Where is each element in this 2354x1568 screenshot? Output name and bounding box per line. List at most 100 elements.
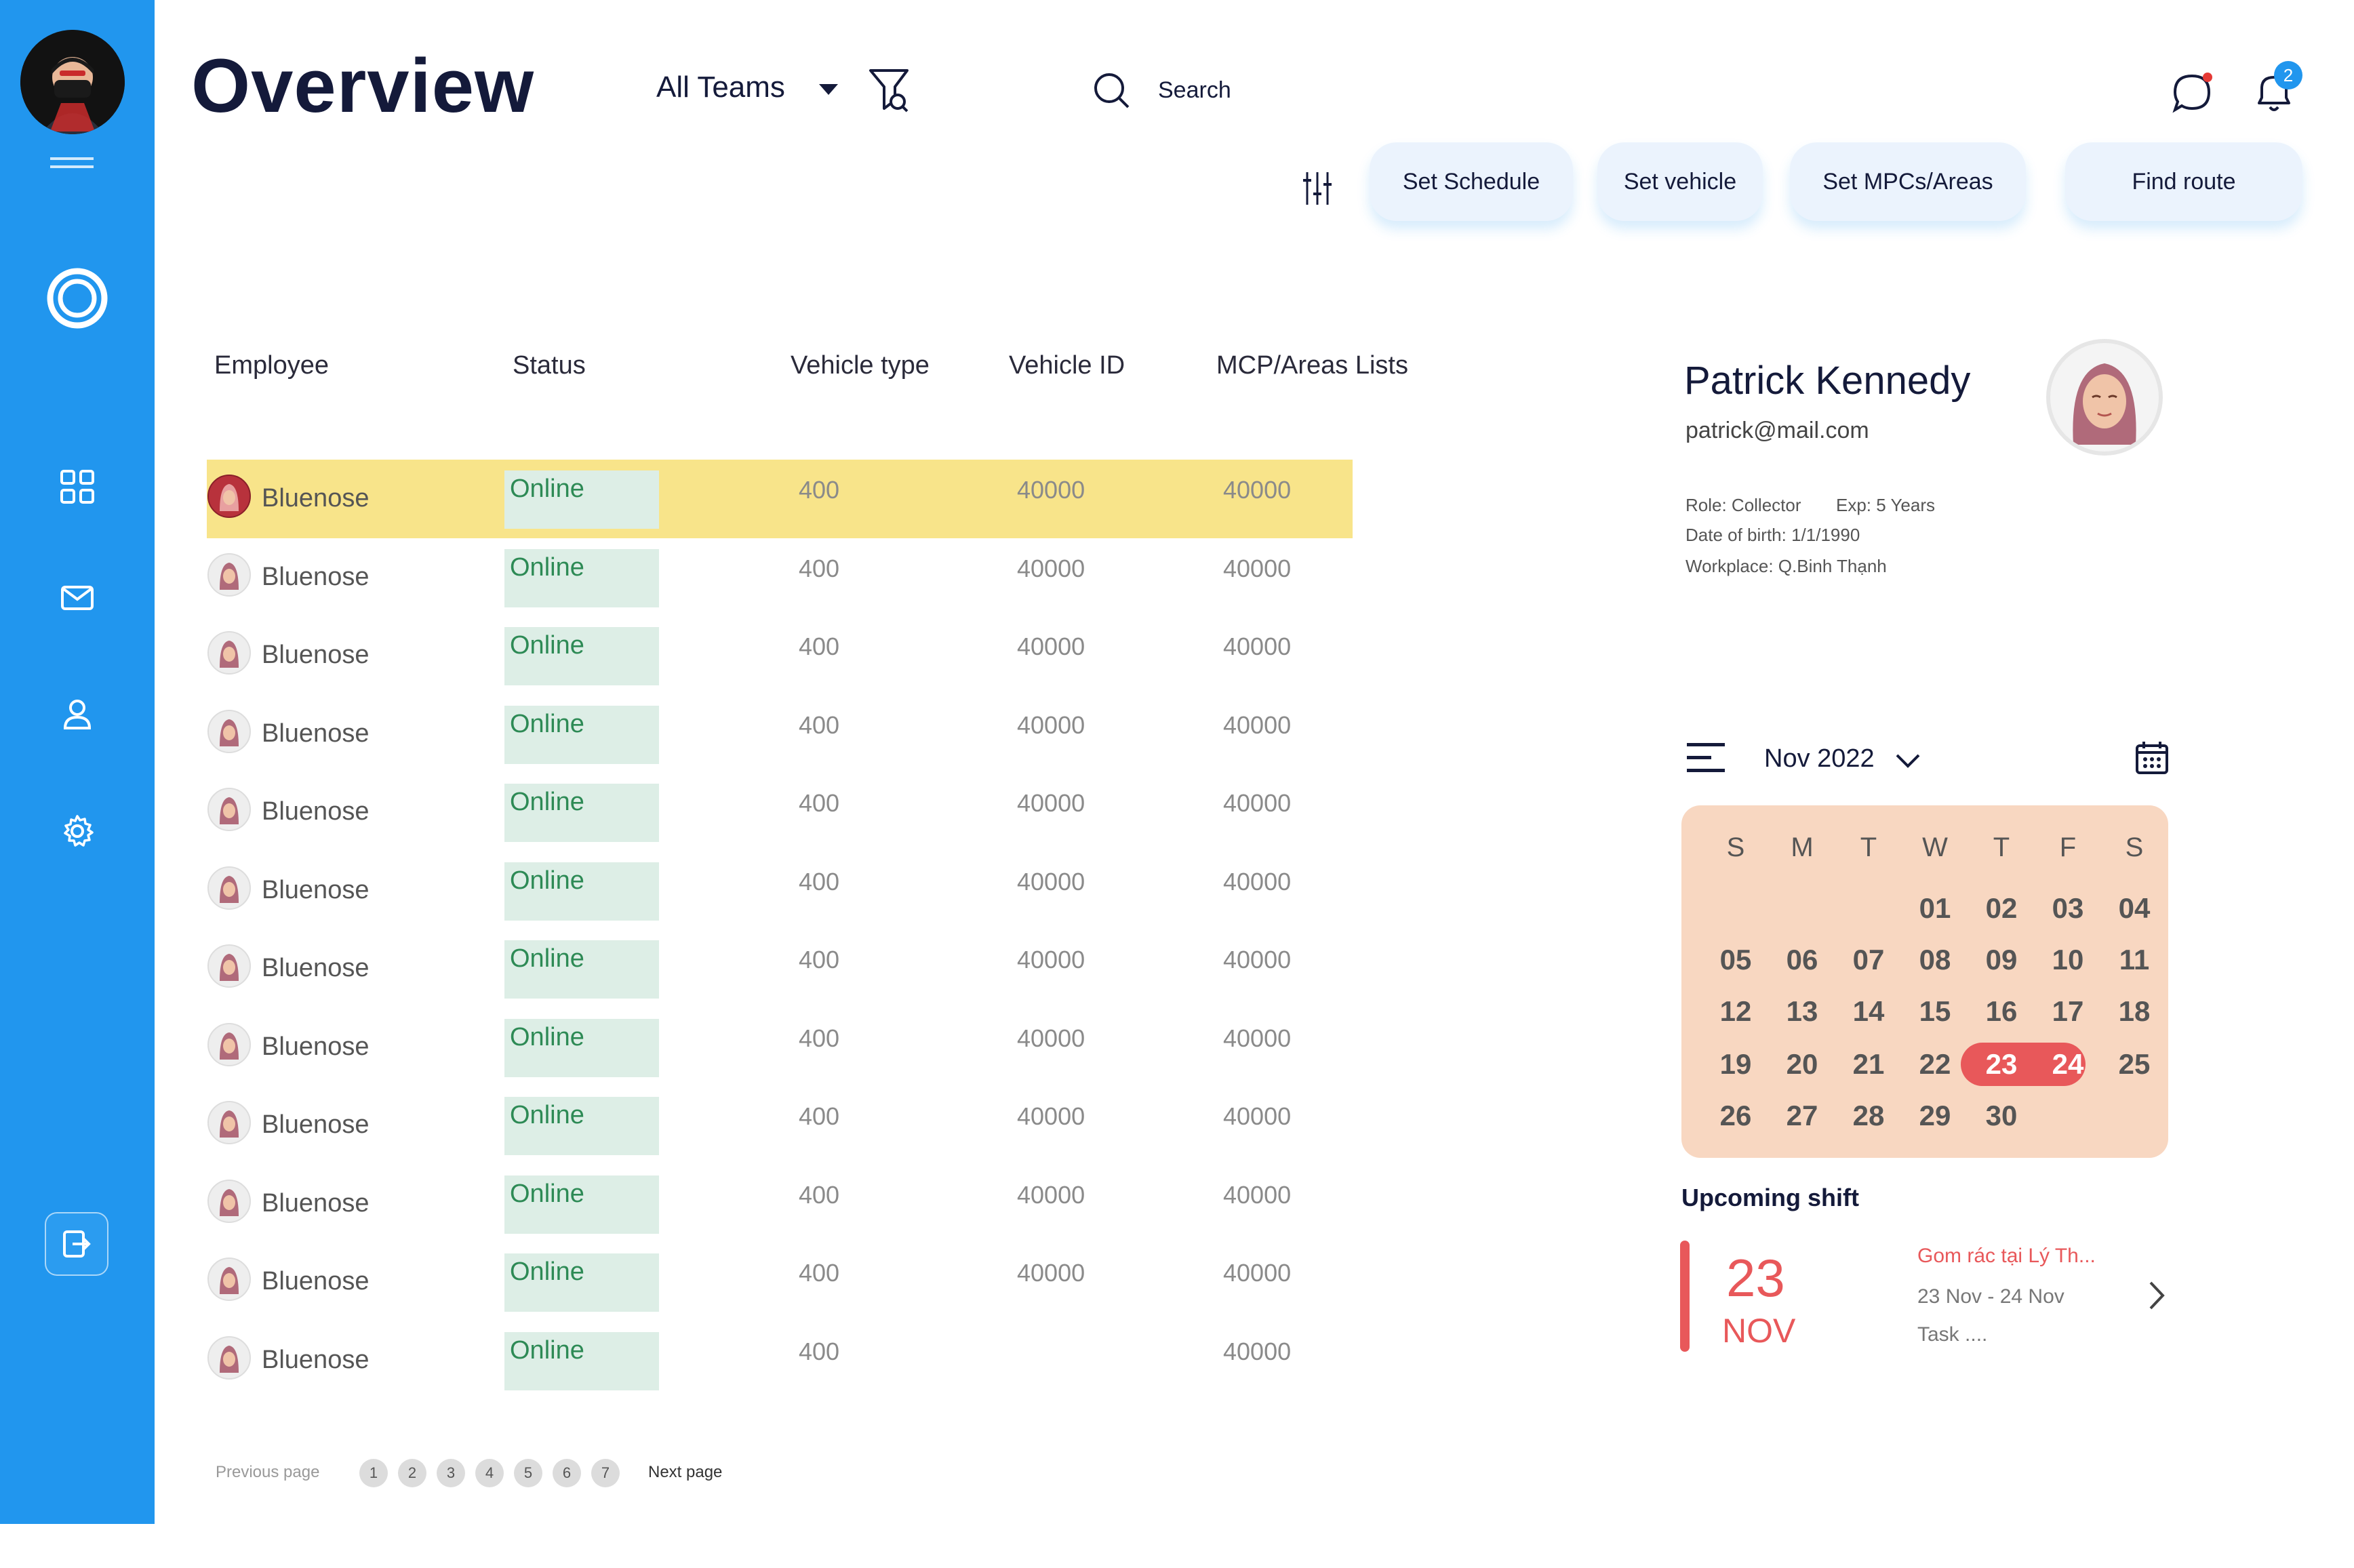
weekday-label: S bbox=[1726, 832, 1745, 862]
set-schedule-button[interactable]: Set Schedule bbox=[1370, 142, 1573, 221]
calendar-day[interactable]: 24 bbox=[2041, 1048, 2095, 1081]
weekday-label: W bbox=[1922, 832, 1948, 862]
employee-name[interactable]: Bluenose bbox=[262, 1267, 369, 1296]
calendar-day[interactable]: 14 bbox=[1841, 995, 1896, 1028]
calendar-day[interactable]: 23 bbox=[1974, 1048, 2029, 1081]
page-title: Overview bbox=[191, 43, 535, 128]
calendar-day[interactable]: 04 bbox=[2107, 892, 2161, 925]
calendar-day[interactable]: 12 bbox=[1709, 995, 1763, 1028]
find-route-button[interactable]: Find route bbox=[2065, 142, 2302, 221]
calendar-day[interactable]: 10 bbox=[2041, 944, 2095, 976]
page-number-button[interactable]: 1 bbox=[359, 1459, 388, 1487]
calendar-day[interactable]: 02 bbox=[1974, 892, 2029, 925]
calendar-day[interactable]: 26 bbox=[1709, 1100, 1763, 1132]
employee-avatar bbox=[207, 552, 251, 597]
status-text: Online bbox=[510, 1335, 584, 1365]
employee-name[interactable]: Bluenose bbox=[262, 876, 369, 905]
sidebar-item-profile[interactable] bbox=[43, 681, 111, 748]
calendar-day[interactable]: 15 bbox=[1908, 995, 1962, 1028]
employee-name[interactable]: Bluenose bbox=[262, 1189, 369, 1218]
team-select[interactable]: All Teams bbox=[656, 71, 785, 104]
calendar-day[interactable]: 08 bbox=[1908, 944, 1962, 976]
calendar-day[interactable]: 05 bbox=[1709, 944, 1763, 976]
search-input[interactable]: Search bbox=[1158, 77, 1231, 104]
calendar-day[interactable]: 22 bbox=[1908, 1048, 1962, 1081]
sidebar-item-mail[interactable] bbox=[43, 564, 111, 632]
employee-avatar bbox=[207, 1335, 251, 1380]
sidebar-item-settings[interactable] bbox=[43, 797, 111, 865]
employee-name[interactable]: Bluenose bbox=[262, 797, 369, 826]
page-number-button[interactable]: 5 bbox=[514, 1459, 542, 1487]
employee-name[interactable]: Bluenose bbox=[262, 1032, 369, 1062]
employee-name[interactable]: Bluenose bbox=[262, 954, 369, 983]
page-number-button[interactable]: 2 bbox=[398, 1459, 426, 1487]
calendar-day[interactable]: 19 bbox=[1709, 1048, 1763, 1081]
vehicle-id-cell: 40000 bbox=[1017, 867, 1085, 896]
column-header-status[interactable]: Status bbox=[513, 351, 586, 380]
employee-name[interactable]: Bluenose bbox=[262, 719, 369, 748]
calendar-day[interactable]: 29 bbox=[1908, 1100, 1962, 1132]
set-mpcs-button[interactable]: Set MPCs/Areas bbox=[1790, 142, 2026, 221]
employee-name[interactable]: Bluenose bbox=[262, 641, 369, 670]
chat-icon[interactable] bbox=[2170, 71, 2214, 119]
column-header-vehicle-id[interactable]: Vehicle ID bbox=[1009, 351, 1125, 380]
calendar-day[interactable]: 09 bbox=[1974, 944, 2029, 976]
page-number-button[interactable]: 3 bbox=[437, 1459, 465, 1487]
employee-name[interactable]: Bluenose bbox=[262, 1346, 369, 1375]
filter-funnel-icon[interactable] bbox=[868, 66, 910, 120]
set-vehicle-button[interactable]: Set vehicle bbox=[1597, 142, 1763, 221]
employee-name[interactable]: Bluenose bbox=[262, 1110, 369, 1140]
page-number-button[interactable]: 7 bbox=[591, 1459, 620, 1487]
calendar-day[interactable]: 16 bbox=[1974, 995, 2029, 1028]
upcoming-shift-task[interactable]: Gom rác tại Lý Th... bbox=[1917, 1245, 2096, 1268]
calendar-day[interactable]: 21 bbox=[1841, 1048, 1896, 1081]
column-header-employee[interactable]: Employee bbox=[214, 351, 329, 380]
vehicle-id-cell: 40000 bbox=[1017, 1102, 1085, 1130]
areas-cell: 40000 bbox=[1223, 1024, 1292, 1052]
calendar-day[interactable]: 17 bbox=[2041, 995, 2095, 1028]
user-avatar[interactable] bbox=[20, 30, 125, 134]
previous-page-link[interactable]: Previous page bbox=[216, 1463, 319, 1482]
calendar-day[interactable]: 11 bbox=[2107, 944, 2161, 976]
employee-name[interactable]: Bluenose bbox=[262, 484, 369, 513]
calendar-day[interactable]: 20 bbox=[1775, 1048, 1829, 1081]
calendar-day[interactable]: 28 bbox=[1841, 1100, 1896, 1132]
employee-name[interactable]: Bluenose bbox=[262, 563, 369, 592]
areas-cell: 40000 bbox=[1223, 789, 1292, 817]
dashboard-grid-icon bbox=[60, 470, 94, 504]
calendar-month-select[interactable]: Nov 2022 bbox=[1764, 744, 1875, 773]
vehicle-id-cell: 40000 bbox=[1017, 1024, 1085, 1052]
calendar-day[interactable]: 27 bbox=[1775, 1100, 1829, 1132]
calendar-menu-icon[interactable] bbox=[1687, 743, 1725, 774]
page-number-button[interactable]: 6 bbox=[553, 1459, 581, 1487]
calendar-day[interactable]: 18 bbox=[2107, 995, 2161, 1028]
vehicle-type-cell: 400 bbox=[799, 476, 840, 504]
calendar-day[interactable]: 06 bbox=[1775, 944, 1829, 976]
adjust-sliders-icon[interactable] bbox=[1302, 169, 1333, 211]
calendar-day[interactable]: 03 bbox=[2041, 892, 2095, 925]
calendar-day[interactable]: 07 bbox=[1841, 944, 1896, 976]
next-page-link[interactable]: Next page bbox=[648, 1463, 722, 1482]
column-header-areas[interactable]: MCP/Areas Lists bbox=[1216, 351, 1408, 380]
search-icon[interactable] bbox=[1092, 71, 1132, 115]
profile-role: Role: Collector bbox=[1685, 495, 1801, 515]
calendar-day[interactable]: 25 bbox=[2107, 1048, 2161, 1081]
logout-button[interactable] bbox=[45, 1212, 108, 1276]
areas-cell: 40000 bbox=[1223, 867, 1292, 896]
vehicle-id-cell: 40000 bbox=[1017, 476, 1085, 504]
sidebar-item-dashboard[interactable] bbox=[43, 453, 111, 521]
weekday-label: S bbox=[2125, 832, 2144, 862]
vehicle-type-cell: 400 bbox=[799, 867, 840, 896]
calendar-day[interactable]: 13 bbox=[1775, 995, 1829, 1028]
page-number-button[interactable]: 4 bbox=[475, 1459, 504, 1487]
sidebar bbox=[0, 0, 155, 1524]
upcoming-shift-day: 23 bbox=[1726, 1248, 1785, 1308]
calendar-day[interactable]: 30 bbox=[1974, 1100, 2029, 1132]
calendar-day[interactable]: 01 bbox=[1908, 892, 1962, 925]
column-header-vehicle-type[interactable]: Vehicle type bbox=[791, 351, 930, 380]
calendar-icon[interactable] bbox=[2134, 740, 2170, 779]
caret-down-icon[interactable] bbox=[819, 84, 838, 95]
chevron-down-icon[interactable] bbox=[1893, 746, 1923, 779]
chevron-right-icon[interactable] bbox=[2142, 1279, 2170, 1316]
menu-icon[interactable] bbox=[50, 157, 94, 175]
